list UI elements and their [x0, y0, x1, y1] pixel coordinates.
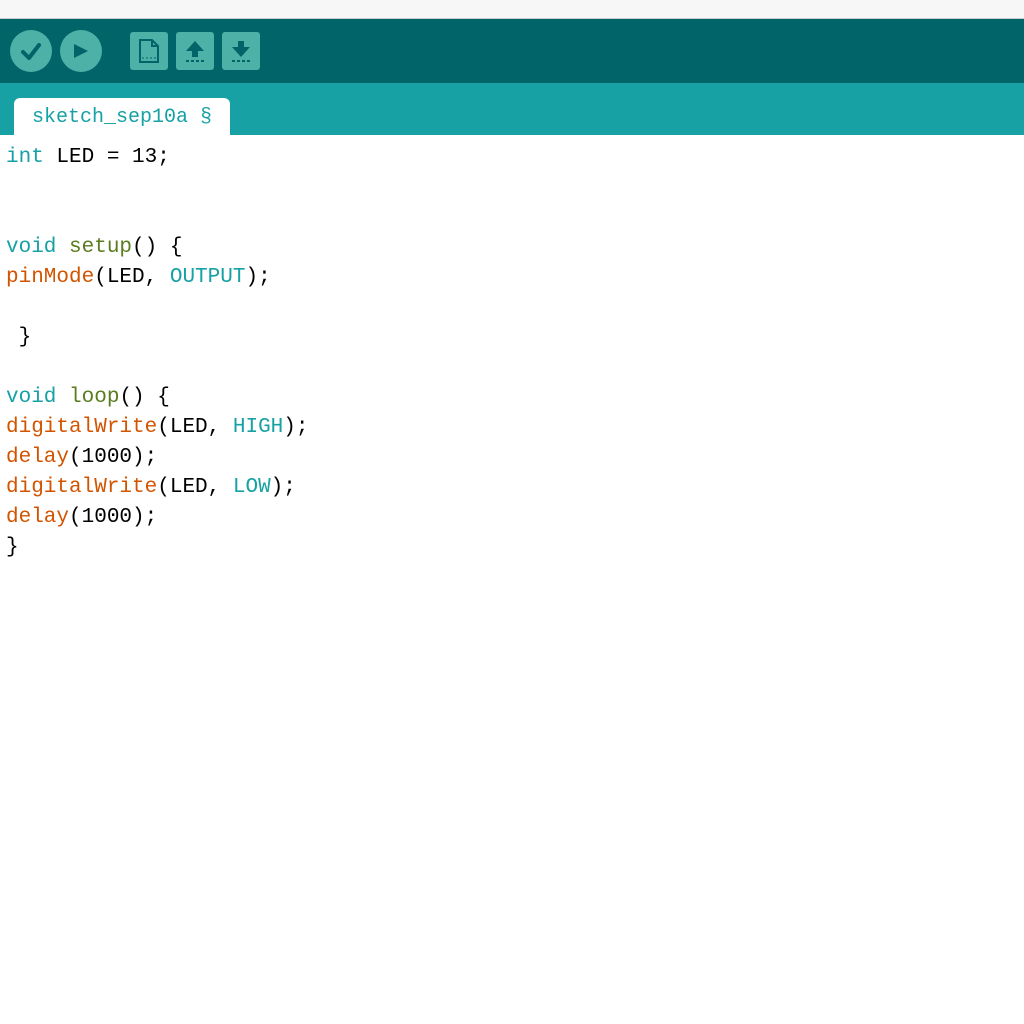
upload-button[interactable]: [60, 30, 102, 72]
code-token: (LED,: [157, 476, 233, 499]
code-editor[interactable]: int LED = 13; void setup() { pinMode(LED…: [0, 135, 1024, 571]
tab-sketch[interactable]: sketch_sep10a §: [14, 98, 230, 135]
code-token: LOW: [233, 476, 271, 499]
code-token: pinMode: [6, 266, 94, 289]
code-token: digitalWrite: [6, 476, 157, 499]
code-token: () {: [132, 236, 182, 259]
open-sketch-button[interactable]: [176, 32, 214, 70]
code-token: loop: [56, 386, 119, 409]
code-token: digitalWrite: [6, 416, 157, 439]
code-token: );: [283, 416, 308, 439]
code-token: );: [245, 266, 270, 289]
code-token: void: [6, 236, 56, 259]
code-token: int: [6, 146, 44, 169]
code-token: (LED,: [157, 416, 233, 439]
code-token: (LED,: [94, 266, 170, 289]
toolbar: [0, 19, 1024, 83]
tab-strip: sketch_sep10a §: [0, 83, 1024, 135]
code-token: (1000);: [69, 506, 157, 529]
check-icon: [19, 39, 43, 63]
code-token: );: [271, 476, 296, 499]
menu-bar: File Edit Sketch Tools Help: [0, 0, 1024, 19]
code-token: LED = 13;: [44, 146, 170, 169]
code-token: setup: [56, 236, 132, 259]
code-token: delay: [6, 506, 69, 529]
arrow-right-icon: [69, 39, 93, 63]
arrow-down-icon: [230, 38, 252, 64]
code-token: }: [6, 536, 19, 559]
new-sketch-button[interactable]: [130, 32, 168, 70]
arrow-up-icon: [184, 38, 206, 64]
file-icon: [138, 38, 160, 64]
verify-button[interactable]: [10, 30, 52, 72]
code-token: OUTPUT: [170, 266, 246, 289]
code-token: }: [6, 326, 31, 349]
code-token: HIGH: [233, 416, 283, 439]
code-token: delay: [6, 446, 69, 469]
code-token: () {: [119, 386, 169, 409]
save-sketch-button[interactable]: [222, 32, 260, 70]
code-token: void: [6, 386, 56, 409]
code-token: (1000);: [69, 446, 157, 469]
